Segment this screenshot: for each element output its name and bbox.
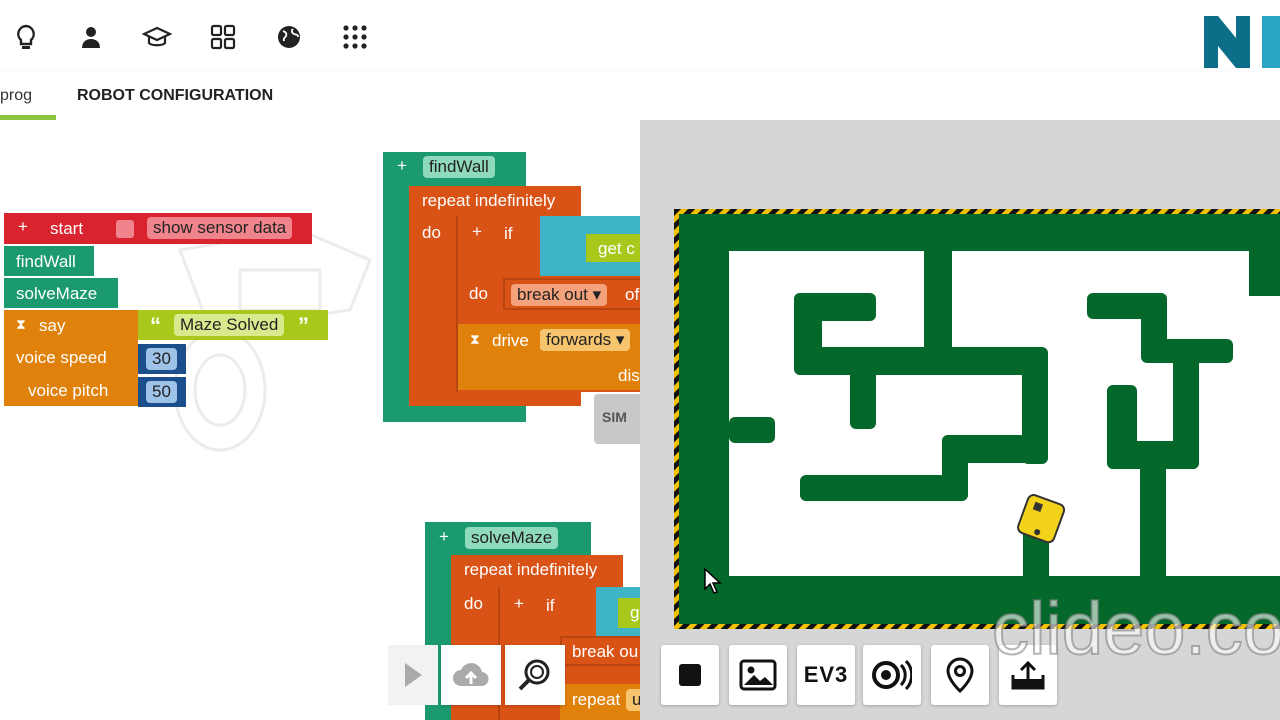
say-label: say [39, 316, 66, 335]
watermark: clideo.co [991, 586, 1280, 671]
get-sensor-block[interactable]: get c [584, 232, 640, 264]
solve-break-label: break ou [572, 642, 639, 661]
import-image-button[interactable] [729, 645, 787, 705]
set-position-button[interactable] [931, 645, 989, 705]
tab-robot-configuration[interactable]: ROBOT CONFIGURATION [77, 87, 273, 105]
solve-get-block[interactable]: ge [618, 598, 640, 628]
say-text-field[interactable]: Maze Solved [174, 314, 285, 336]
robot-view-button[interactable]: EV3 [797, 645, 855, 705]
add-icon[interactable]: + [514, 594, 524, 614]
zoom-reset-button[interactable] [505, 645, 565, 705]
solve-if-label: if [546, 596, 555, 615]
direction-dropdown[interactable]: forwards ▾ [540, 329, 631, 351]
break-out-label: break out [517, 285, 588, 304]
solve-repeat-label: repeat indefinitely [464, 560, 598, 579]
find-wall-call-label: findWall [16, 252, 76, 271]
sensor-checkbox[interactable] [116, 220, 134, 238]
text-value-block[interactable]: “ Maze Solved ” [138, 310, 328, 340]
mouse-cursor-icon [704, 568, 722, 594]
image-icon [739, 659, 777, 691]
tab-bar: prog ROBOT CONFIGURATION [0, 72, 1280, 121]
say-block[interactable]: ⧗ say voice speed voice pitch [4, 310, 138, 406]
solve-until-field[interactable]: u [626, 689, 640, 711]
globe-icon[interactable] [274, 22, 304, 52]
voice-speed-value[interactable]: 30 [146, 348, 177, 370]
ev3-label: EV3 [803, 662, 849, 687]
play-icon [405, 663, 422, 687]
upload-cloud-button[interactable] [441, 645, 501, 705]
if-do-label: do [469, 284, 488, 303]
stop-simulation-button[interactable] [661, 645, 719, 705]
gallery-grid-icon[interactable] [208, 22, 238, 52]
brand-logo [1204, 16, 1280, 68]
map-pin-icon [946, 657, 974, 693]
top-nav-bar [0, 0, 1280, 72]
maze-canvas[interactable] [674, 209, 1280, 629]
start-block[interactable]: + start show sensor data [4, 213, 312, 244]
sensor-icon [872, 659, 912, 691]
hourglass-icon: ⧗ [470, 331, 480, 347]
lightbulb-icon[interactable] [11, 22, 41, 52]
add-icon[interactable]: + [18, 217, 28, 237]
solve-maze-call-block[interactable]: solveMaze [4, 278, 118, 308]
voice-pitch-value[interactable]: 50 [146, 381, 177, 403]
solve-do-label: do [464, 594, 483, 613]
voice-speed-label: voice speed [16, 348, 107, 367]
solve-get-label: ge [630, 603, 640, 622]
repeat-label: repeat indefinitely [422, 191, 556, 210]
add-icon[interactable]: + [439, 527, 449, 547]
add-icon[interactable]: + [472, 222, 482, 242]
quote-close: ” [298, 313, 309, 338]
sim-toggle-tab[interactable]: SIM [594, 394, 640, 444]
stop-icon [679, 664, 701, 686]
quote-open: “ [150, 313, 161, 338]
sim-label: SIM [602, 409, 627, 425]
run-button[interactable] [388, 645, 438, 705]
break-out-block[interactable]: break out ▾ of [503, 278, 640, 310]
if-label: if [504, 224, 513, 243]
solve-maze-call-label: solveMaze [16, 284, 98, 303]
voice-pitch-label: voice pitch [28, 381, 109, 400]
find-wall-name-field[interactable]: findWall [423, 156, 495, 178]
break-out-dropdown[interactable]: break out ▾ [511, 284, 608, 306]
cloud-upload-icon [453, 663, 489, 687]
hourglass-icon: ⧗ [16, 316, 26, 332]
solve-repeat-until-label: repeat [572, 690, 621, 709]
solve-maze-name-field[interactable]: solveMaze [465, 527, 559, 549]
solve-break-block[interactable]: break ou [560, 636, 640, 666]
tab-prog[interactable]: prog [0, 87, 32, 105]
of-label: of [625, 285, 640, 304]
drive-label: drive [492, 331, 529, 350]
repeat-do-label: do [422, 223, 441, 242]
get-sensor-label: get c [598, 239, 635, 258]
solve-repeat-until-block[interactable]: repeat u [560, 684, 640, 720]
add-icon[interactable]: + [397, 156, 407, 176]
direction-label: forwards [546, 330, 612, 349]
distance-label: dis [618, 366, 640, 385]
graduation-cap-icon[interactable] [142, 22, 172, 52]
sensor-values-button[interactable] [863, 645, 921, 705]
show-sensor-data-label: show sensor data [147, 217, 293, 239]
voice-speed-value-block[interactable]: 30 [138, 344, 186, 374]
start-label: start [50, 219, 84, 238]
magnifier-icon [518, 659, 550, 691]
find-wall-call-block[interactable]: findWall [4, 246, 94, 276]
voice-pitch-value-block[interactable]: 50 [138, 377, 186, 407]
blockly-workspace[interactable]: + start show sensor data findWall solveM… [0, 120, 640, 720]
apps-grid-icon[interactable] [340, 22, 370, 52]
drive-block[interactable]: ⧗ drive forwards ▾ dis [458, 324, 640, 390]
user-icon[interactable] [76, 22, 106, 52]
